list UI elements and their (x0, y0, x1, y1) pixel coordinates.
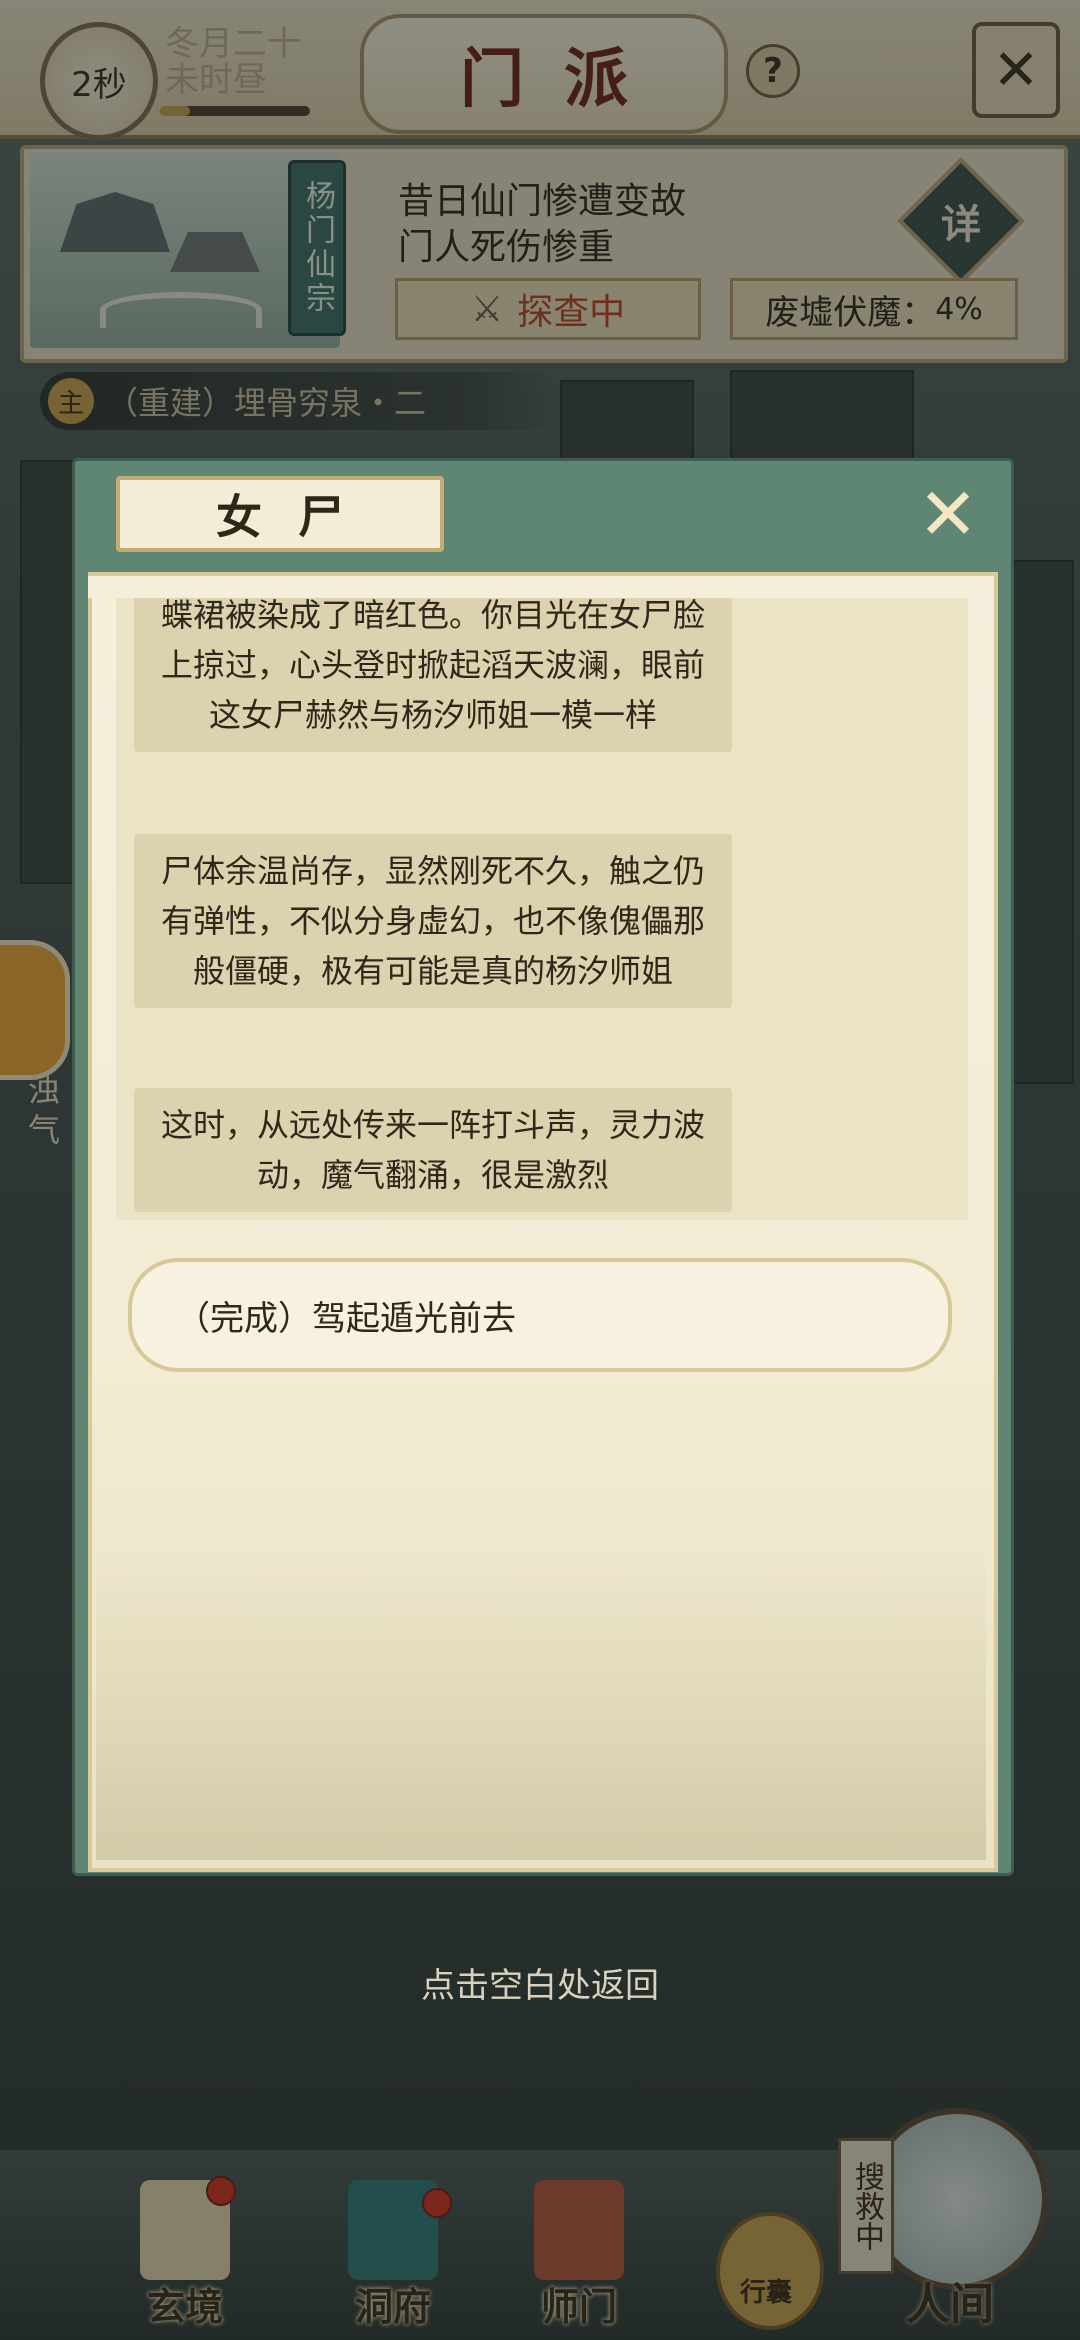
tap-to-return-hint: 点击空白处返回 (421, 1966, 659, 2006)
close-icon[interactable]: ✕ (912, 472, 984, 556)
story-paragraph: 尸体余温尚存，显然刚死不久，触之仍有弹性，不似分身虚幻，也不像傀儡那般僵硬，极有… (134, 834, 732, 1008)
text-area-top-mask (88, 576, 990, 598)
ink-mountain-decoration (96, 1540, 986, 1860)
dialog-title-plate: 女尸 (116, 476, 444, 552)
choice-button[interactable]: （完成）驾起遁光前去 (128, 1258, 952, 1372)
story-paragraph: 这时，从远处传来一阵打斗声，灵力波动，魔气翻涌，很是激烈 (134, 1088, 732, 1212)
dialog-title: 女尸 (216, 490, 380, 544)
story-paragraph: 蝶裙被染成了暗红色。你目光在女尸脸上掠过，心头登时掀起滔天波澜，眼前这女尸赫然与… (134, 578, 732, 752)
